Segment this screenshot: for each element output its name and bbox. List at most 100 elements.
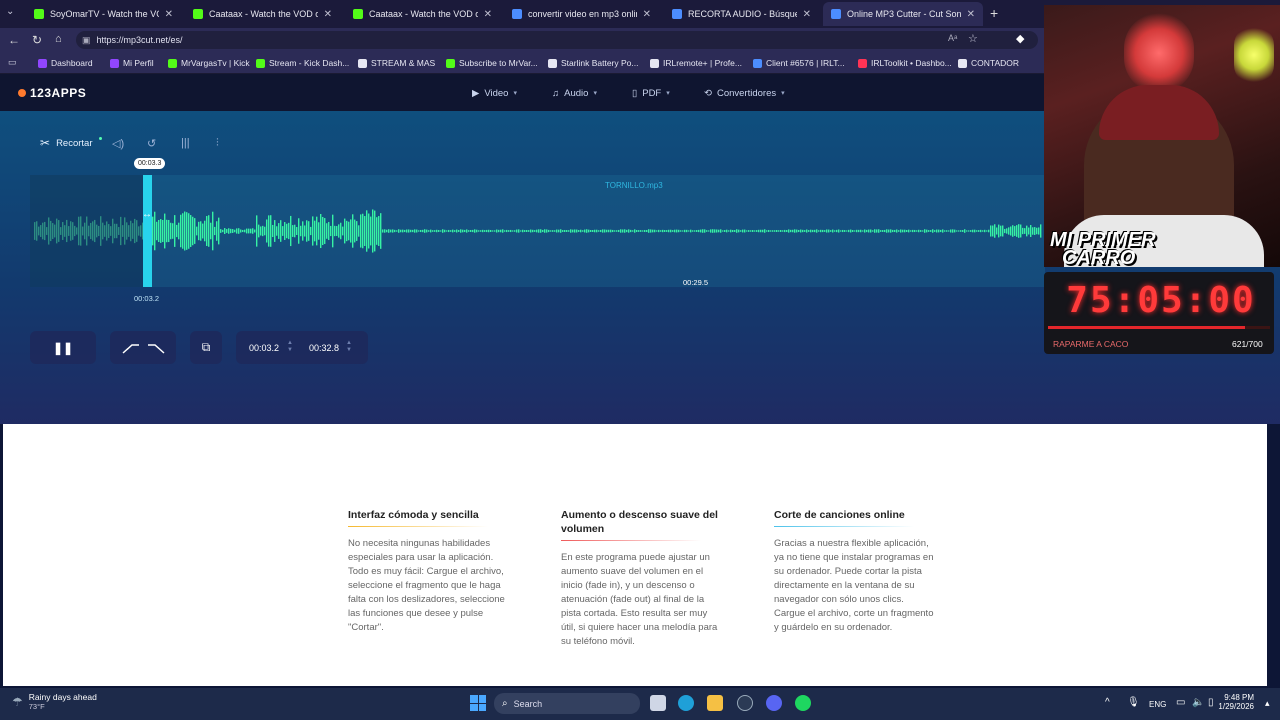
bookmark-item[interactable]: Client #6576 | IRLT... bbox=[753, 56, 845, 70]
cut-tool-button[interactable]: ✂ Recortar bbox=[40, 134, 102, 152]
close-tab-icon[interactable]: ✕ bbox=[484, 9, 492, 20]
waveform bbox=[34, 209, 1042, 253]
home-icon[interactable]: ⌂ bbox=[55, 33, 62, 45]
fade-out-icon[interactable] bbox=[147, 342, 165, 354]
waveform-bar bbox=[1018, 224, 1020, 238]
waveform-bar bbox=[544, 229, 546, 233]
back-icon[interactable]: ← bbox=[8, 33, 20, 47]
bookmark-item[interactable]: STREAM & MAS bbox=[358, 56, 435, 70]
nav-video[interactable]: ▶ Video ▾ bbox=[472, 86, 517, 100]
browser-tab[interactable]: RECORTA AUDIO - Búsqueda ✕ bbox=[664, 2, 819, 26]
taskbar-search[interactable]: ⌕ Search bbox=[494, 693, 640, 714]
waveform-bar bbox=[354, 219, 356, 243]
waveform-bar bbox=[746, 230, 748, 232]
close-tab-icon[interactable]: ✕ bbox=[967, 9, 975, 20]
nav-converters[interactable]: ⟲ Convertidores ▾ bbox=[704, 86, 785, 100]
bookmark-item[interactable]: Subscribe to MrVar... bbox=[446, 56, 538, 70]
file-explorer-icon[interactable] bbox=[707, 695, 723, 711]
waveform-bar bbox=[780, 230, 782, 232]
bookmark-item[interactable]: Stream - Kick Dash... bbox=[256, 56, 349, 70]
waveform-bar bbox=[1000, 225, 1002, 237]
bookmark-item[interactable]: Dashboard bbox=[38, 56, 93, 70]
spotify-icon[interactable] bbox=[795, 695, 811, 711]
waveform-bar bbox=[970, 230, 972, 232]
bookmark-item[interactable]: Mi Perfil bbox=[110, 56, 154, 70]
discord-icon[interactable] bbox=[766, 695, 782, 711]
refresh-icon[interactable]: ↻ bbox=[32, 33, 42, 47]
bookmark-item[interactable]: IRLToolkit • Dashbo... bbox=[858, 56, 952, 70]
language-indicator[interactable]: ENG bbox=[1149, 700, 1166, 709]
browser-tab[interactable]: Caataax - Watch the VOD on Kick ✕ bbox=[185, 2, 340, 26]
equalizer-tool-button[interactable]: ⫶ bbox=[216, 134, 219, 152]
tab-list-button[interactable]: ⌄ bbox=[6, 6, 14, 17]
end-time-stepper[interactable]: ▲ ▼ bbox=[346, 340, 352, 354]
waveform-bar bbox=[1014, 226, 1016, 236]
waveform-bar bbox=[998, 224, 1000, 238]
notification-bell-icon[interactable]: ▴ bbox=[1265, 698, 1270, 709]
start-button[interactable] bbox=[470, 695, 486, 711]
close-tab-icon[interactable]: ✕ bbox=[803, 9, 811, 20]
bookmark-label: Client #6576 | IRLT... bbox=[766, 58, 845, 68]
browser-tab[interactable]: SoyOmarTV - Watch the VOD on K ✕ bbox=[26, 2, 181, 26]
clock[interactable]: 9:48 PM 1/29/2026 bbox=[1212, 693, 1254, 711]
weather-widget[interactable]: ☂ Rainy days ahead 73°F bbox=[12, 692, 97, 711]
read-aloud-icon[interactable]: Aᵃ bbox=[948, 33, 957, 43]
reading-list-icon[interactable]: ▭ bbox=[8, 57, 17, 68]
waveform-bar bbox=[330, 225, 332, 237]
bookmark-item[interactable]: Starlink Battery Po... bbox=[548, 56, 638, 70]
document-icon: ▯ bbox=[632, 87, 638, 99]
start-time-stepper[interactable]: ▲ ▼ bbox=[287, 340, 293, 354]
start-time-field[interactable]: 00:03.2 bbox=[249, 343, 279, 353]
speed-tool-button[interactable]: ↺ bbox=[147, 134, 156, 152]
waveform-bar bbox=[412, 229, 414, 233]
browser-tab[interactable]: convertir video en mp3 online - B ✕ bbox=[504, 2, 659, 26]
waveform-bar bbox=[710, 229, 712, 233]
waveform-bar bbox=[224, 228, 226, 234]
favorite-star-icon[interactable]: ☆ bbox=[968, 32, 978, 45]
app-logo[interactable]: 123APPS bbox=[18, 86, 86, 100]
waveform-bar bbox=[408, 229, 410, 233]
edge-browser-icon[interactable] bbox=[678, 695, 694, 711]
waveform-bar bbox=[918, 229, 920, 233]
network-icon[interactable]: ▭ bbox=[1176, 697, 1185, 708]
bookmark-item[interactable]: IRLremote+ | Profe... bbox=[650, 56, 742, 70]
close-tab-icon[interactable]: ✕ bbox=[324, 9, 332, 20]
fade-in-icon[interactable] bbox=[122, 342, 140, 354]
waveform-bar bbox=[968, 230, 970, 232]
bookmark-item[interactable]: CONTADOR bbox=[958, 56, 1019, 70]
bookmark-label: Stream - Kick Dash... bbox=[269, 58, 350, 68]
waveform-bar bbox=[866, 229, 868, 233]
start-trim-handle[interactable] bbox=[143, 175, 152, 287]
url-field[interactable]: ▣ https://mp3cut.net/es/ bbox=[76, 31, 1038, 49]
waveform-bar bbox=[882, 230, 884, 232]
volume-tool-button[interactable]: ◁) bbox=[112, 134, 124, 152]
app-icon[interactable] bbox=[737, 695, 753, 711]
close-tab-icon[interactable]: ✕ bbox=[165, 9, 173, 20]
waveform-bar bbox=[928, 230, 930, 232]
waveform-bar bbox=[352, 214, 354, 248]
end-time-field[interactable]: 00:32.8 bbox=[309, 343, 339, 353]
waveform-bar bbox=[842, 229, 844, 233]
waveform-bar bbox=[908, 229, 910, 233]
waveform-bar bbox=[304, 225, 306, 237]
waveform-bar bbox=[232, 229, 234, 233]
bookmark-item[interactable]: MrVargasTv | Kick bbox=[168, 56, 250, 70]
feature-body: No necesita ningunas habilidades especia… bbox=[348, 538, 505, 633]
tray-chevron-icon[interactable]: ^ bbox=[1105, 697, 1110, 708]
new-tab-button[interactable]: + bbox=[990, 5, 998, 21]
waveform-bar bbox=[470, 229, 472, 233]
task-view-icon[interactable] bbox=[650, 695, 666, 711]
microphone-icon[interactable]: 🎙 bbox=[1127, 697, 1140, 708]
site-info-icon[interactable]: ▣ bbox=[82, 35, 91, 46]
close-tab-icon[interactable]: ✕ bbox=[643, 9, 651, 20]
pitch-tool-button[interactable]: ||| bbox=[181, 134, 190, 152]
play-pause-button[interactable]: ❚❚ bbox=[30, 331, 96, 364]
trim-mode-button[interactable]: ⧉ bbox=[190, 331, 222, 364]
volume-tray-icon[interactable]: 🔈 bbox=[1192, 697, 1204, 708]
nav-audio[interactable]: ♫ Audio ▾ bbox=[552, 86, 597, 100]
browser-tab[interactable]: Online MP3 Cutter - Cut Song ✕ bbox=[823, 2, 983, 26]
extension-icon[interactable]: ◆ bbox=[1016, 32, 1024, 45]
nav-pdf[interactable]: ▯ PDF ▾ bbox=[632, 86, 670, 100]
browser-tab[interactable]: Caataax - Watch the VOD on Kick ✕ bbox=[345, 2, 500, 26]
tab-label: Caataax - Watch the VOD on Kick bbox=[369, 9, 478, 19]
